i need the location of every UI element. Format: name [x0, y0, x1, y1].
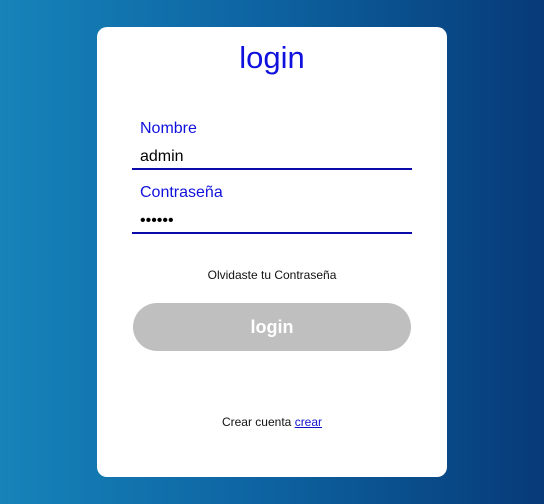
username-label: Nombre: [140, 120, 197, 137]
signup-link[interactable]: crear: [295, 415, 322, 429]
login-card: login Nombre Contraseña Olvidaste tu Con…: [97, 27, 447, 477]
password-label: Contraseña: [140, 184, 223, 201]
signup-row: Crear cuenta crear: [97, 415, 447, 429]
login-title: login: [239, 40, 305, 75]
forgot-password-link[interactable]: Olvidaste tu Contraseña: [97, 268, 447, 282]
signup-prompt: Crear cuenta: [221, 415, 292, 429]
login-button[interactable]: login: [133, 303, 411, 351]
password-input[interactable]: [132, 210, 412, 234]
username-input[interactable]: [132, 146, 412, 170]
